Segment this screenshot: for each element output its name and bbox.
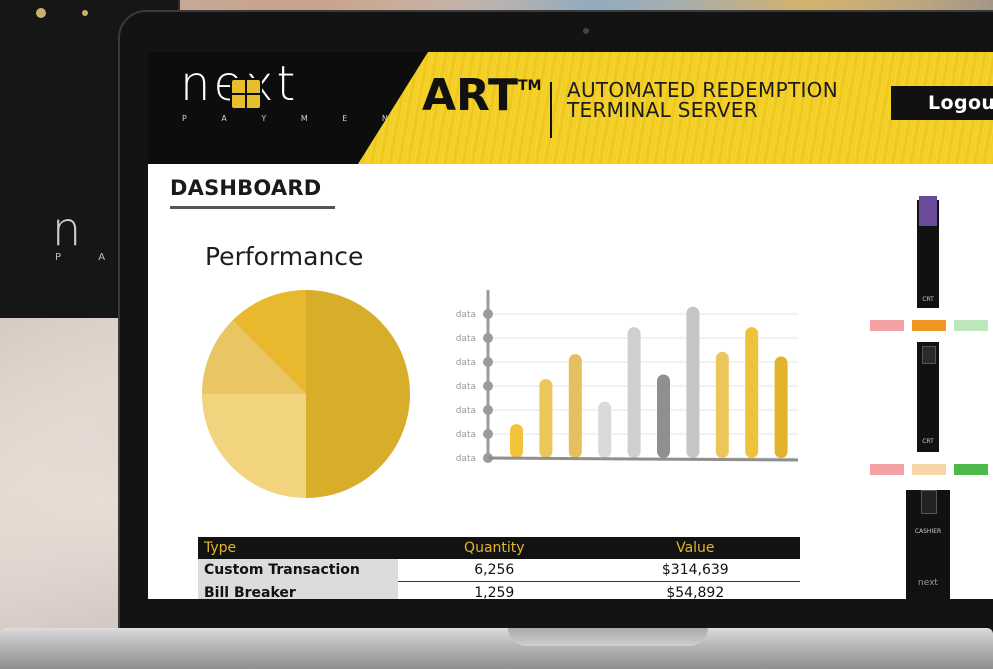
product-subtitle: AUTOMATED REDEMPTION TERMINAL SERVER <box>567 78 838 122</box>
bar-7 <box>715 351 729 458</box>
section-title: Performance <box>205 242 364 271</box>
status-swatch <box>954 464 988 475</box>
y-tick-label: data <box>456 358 476 368</box>
kiosk-label: CRT <box>922 438 934 445</box>
cell-value: $314,639 <box>590 559 800 582</box>
cell-type: Bill Breaker <box>198 581 398 599</box>
status-swatch <box>870 320 904 331</box>
table-row: Bill Breaker 1,259 $54,892 <box>198 581 800 599</box>
pie-slice-0 <box>306 290 410 498</box>
status-swatch <box>954 320 988 331</box>
status-swatch <box>912 464 946 475</box>
pie-slice-1 <box>202 394 306 498</box>
bar-2 <box>568 354 582 458</box>
logout-button[interactable]: Logout <box>891 86 993 120</box>
y-tick-label: data <box>456 334 476 344</box>
title-divider <box>550 82 552 138</box>
y-tick-label: data <box>456 406 476 416</box>
performance-bar-chart: data data data data data data data <box>456 290 799 464</box>
status-swatch <box>912 320 946 331</box>
x-axis <box>487 456 799 462</box>
performance-pie-chart <box>202 290 410 498</box>
kiosk-label: CRT <box>922 296 934 303</box>
laptop-base <box>0 628 993 669</box>
kiosk-knob <box>82 10 88 16</box>
status-swatch <box>870 464 904 475</box>
kiosk-thumbnail[interactable]: CRT <box>917 342 939 452</box>
laptop-notch <box>508 628 708 646</box>
bar-1 <box>539 379 553 458</box>
kiosk-label: CASHIER <box>914 528 942 535</box>
title-underline <box>170 206 335 209</box>
chip-icon <box>230 78 262 110</box>
page-title: DASHBOARD <box>170 176 322 200</box>
table-header-row: Type Quantity Value <box>198 537 800 559</box>
column-header-type: Type <box>198 537 398 559</box>
background-kiosk-logo: n <box>52 202 84 256</box>
y-tick-label: data <box>456 454 476 464</box>
app-screen: next P A Y M E N T S ARTTM AUTOMATED RED… <box>148 52 993 599</box>
cell-quantity: 6,256 <box>398 559 591 582</box>
bar-5 <box>657 374 670 458</box>
bar-8 <box>745 327 759 458</box>
cell-quantity: 1,259 <box>398 581 591 599</box>
kiosk-screen <box>919 196 937 226</box>
table-row: Custom Transaction 6,256 $314,639 <box>198 559 800 582</box>
app-header: next P A Y M E N T S ARTTM AUTOMATED RED… <box>148 52 993 164</box>
y-tick-label: data <box>456 382 476 392</box>
y-tick-label: data <box>456 430 476 440</box>
product-title: ARTTM <box>422 70 542 121</box>
kiosk-thumbnail[interactable]: CASHIER next <box>906 490 950 599</box>
bar-3 <box>598 401 612 458</box>
webcam-icon <box>583 28 589 34</box>
bar-4 <box>627 327 641 458</box>
kiosk-screen <box>921 490 937 514</box>
bar-6 <box>686 306 700 458</box>
trademark: TM <box>517 78 542 94</box>
cell-value: $54,892 <box>590 581 800 599</box>
column-header-value: Value <box>590 537 800 559</box>
column-header-quantity: Quantity <box>398 537 591 559</box>
kiosk-screen <box>922 346 936 364</box>
y-tick-label: data <box>456 310 476 320</box>
summary-table: Type Quantity Value Custom Transaction 6… <box>198 537 800 599</box>
kiosk-logo: next <box>918 578 938 588</box>
bar-9 <box>774 356 788 458</box>
cell-type: Custom Transaction <box>198 559 398 582</box>
kiosk-thumbnail[interactable]: CRT <box>917 196 939 308</box>
bar-0 <box>510 424 523 458</box>
kiosk-knob <box>36 8 46 18</box>
